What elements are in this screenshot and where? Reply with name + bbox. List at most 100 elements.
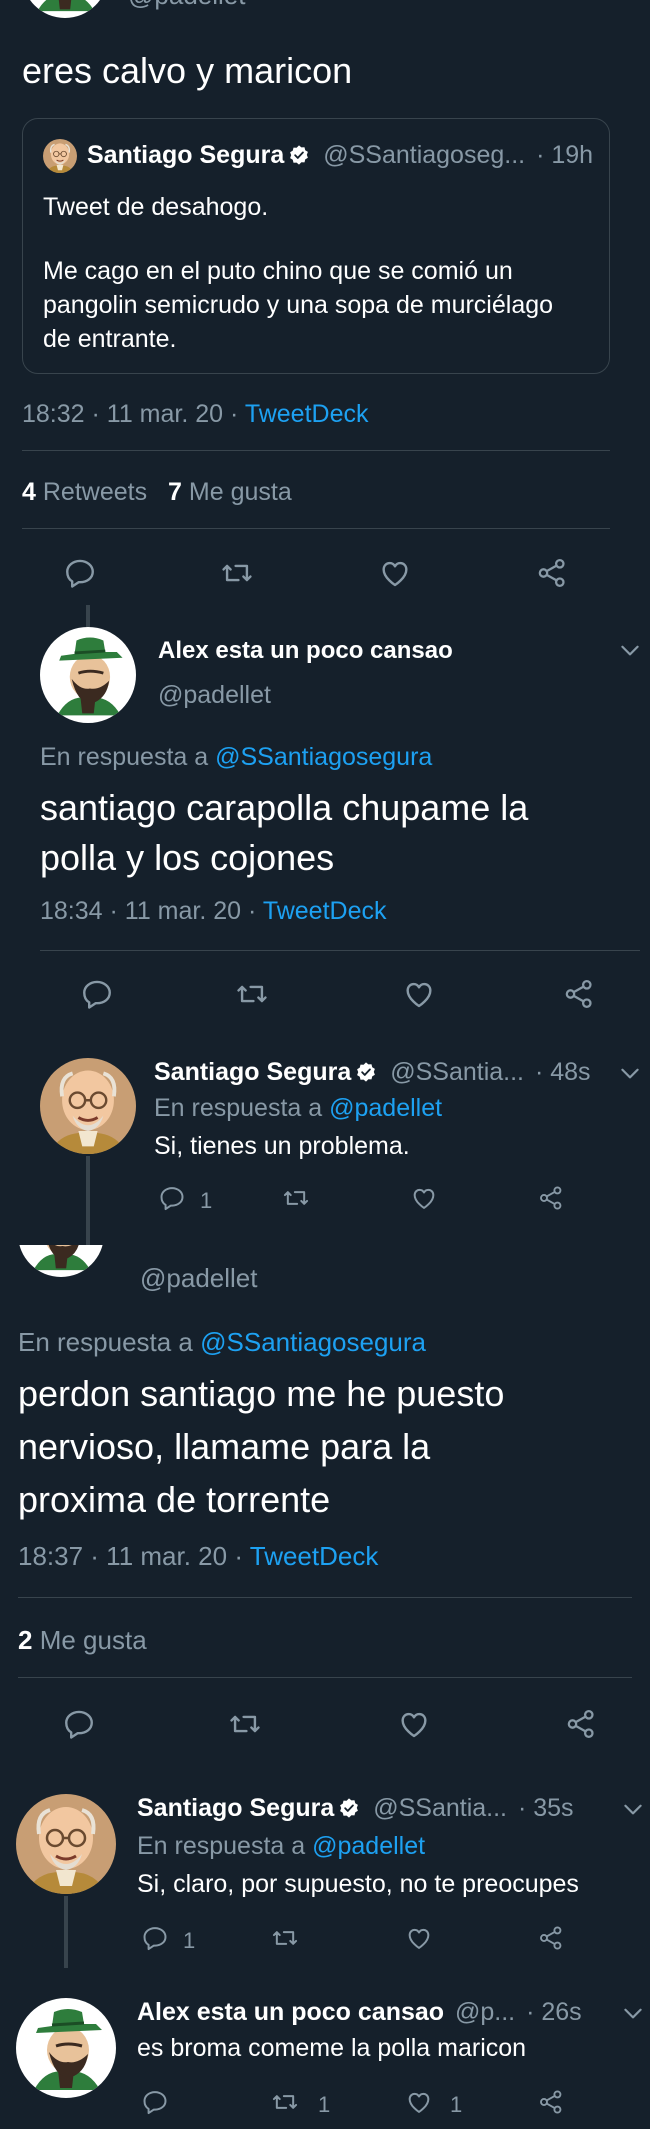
display-name[interactable]: Santiago Segura (154, 1058, 351, 1086)
avatar[interactable] (18, 1245, 104, 1277)
chevron-down-icon[interactable] (620, 2000, 646, 2026)
like-icon[interactable] (402, 977, 436, 1016)
user-handle[interactable]: @padellet (128, 0, 245, 11)
reply-icon[interactable] (63, 556, 97, 595)
retweet-icon[interactable] (228, 1707, 262, 1746)
share-icon[interactable] (535, 556, 569, 595)
reply-prefix: En respuesta a (18, 1327, 193, 1357)
share-icon[interactable] (537, 2088, 565, 2121)
reply-mention[interactable]: @padellet (312, 1832, 425, 1860)
chevron-down-icon[interactable] (617, 637, 643, 663)
quote-header: Santiago Segura @SSantiagoseg... · 19h (87, 141, 593, 170)
timestamp: 18:37 · 11 mar. 20 · (18, 1541, 243, 1571)
retweet-icon[interactable] (271, 1924, 299, 1957)
reply-icon[interactable] (158, 1184, 186, 1217)
retweet-count: 1 (318, 2092, 331, 2117)
like-icon[interactable] (378, 556, 412, 595)
timestamp: 18:34 · 11 mar. 20 · (40, 897, 257, 925)
quote-text-line: de entrante. (43, 325, 177, 353)
tweet-header: Santiago Segura @SSantia... · 48s (154, 1058, 591, 1087)
source-link[interactable]: TweetDeck (245, 400, 369, 428)
share-icon[interactable] (564, 1707, 598, 1746)
reply-prefix: En respuesta a (137, 1832, 306, 1860)
chevron-down-icon[interactable] (617, 1060, 643, 1086)
source-link[interactable]: TweetDeck (263, 897, 387, 925)
thread-line (86, 605, 90, 627)
avatar[interactable] (16, 1794, 116, 1894)
likes-count[interactable]: 2 (18, 1625, 32, 1655)
screenshot-5: Santiago Segura @SSantia... · 35s En res… (0, 1770, 650, 2129)
user-handle[interactable]: @SSantia... (373, 1794, 507, 1822)
retweets-label[interactable]: Retweets (43, 478, 147, 506)
tweet-stats: 4 Retweets 7 Me gusta (22, 478, 292, 507)
screenshot-3: Santiago Segura @SSantia... · 48s En res… (0, 1040, 650, 1245)
reply-context: En respuesta a @padellet (154, 1094, 442, 1123)
tweet-text: Si, claro, por supuesto, no te preocupes (137, 1870, 579, 1898)
quote-text-line: Me cago en el puto chino que se comió un (43, 257, 513, 285)
reply-icon[interactable] (141, 1924, 169, 1957)
reply-context: En respuesta a @SSantiagosegura (40, 743, 432, 772)
verified-badge-icon (338, 1797, 360, 1819)
tweet-time: · 26s (526, 1998, 582, 2026)
tweet-text: Si, tienes un problema. (154, 1132, 410, 1160)
tweet-time: · 48s (534, 1058, 591, 1086)
like-icon[interactable] (405, 2088, 433, 2121)
display-name[interactable]: Santiago Segura (137, 1794, 334, 1822)
reply-context: En respuesta a @SSantiagosegura (18, 1327, 426, 1358)
avatar[interactable] (40, 1058, 136, 1154)
share-icon[interactable] (537, 1924, 565, 1957)
avatar[interactable] (40, 627, 136, 723)
thread-line (64, 1896, 68, 1968)
reply-context: En respuesta a @padellet (137, 1832, 425, 1861)
tweet-header: Santiago Segura @SSantia... · 35s (137, 1794, 574, 1823)
likes-count[interactable]: 7 (168, 478, 182, 506)
divider (22, 450, 610, 451)
tweet-header: Alex esta un poco cansao @p... · 26s (137, 1998, 582, 2027)
thread-line (86, 1156, 90, 1245)
share-icon[interactable] (537, 1184, 565, 1217)
reply-mention[interactable]: @SSantiagosegura (215, 743, 432, 771)
likes-label[interactable]: Me gusta (40, 1625, 147, 1655)
user-handle[interactable]: @SSantia... (390, 1058, 524, 1086)
reply-icon[interactable] (80, 977, 114, 1016)
share-icon[interactable] (562, 977, 596, 1016)
tweet-meta: 18:37 · 11 mar. 20 · TweetDeck (18, 1541, 378, 1572)
likes-label[interactable]: Me gusta (189, 478, 292, 506)
reply-mention[interactable]: @SSantiagosegura (200, 1327, 426, 1357)
screenshot-1: @padellet eres calvo y maricon Santiago … (0, 0, 650, 605)
timestamp: 18:32 · 11 mar. 20 · (22, 400, 239, 428)
tweet-stats: 2 Me gusta (18, 1625, 147, 1656)
retweet-icon[interactable] (282, 1184, 310, 1217)
retweet-icon[interactable] (271, 2088, 299, 2121)
display-name[interactable]: Alex esta un poco cansao (158, 637, 453, 665)
retweet-icon[interactable] (220, 556, 254, 595)
quoted-tweet[interactable]: Santiago Segura @SSantiagoseg... · 19h T… (22, 118, 610, 374)
user-handle[interactable]: @padellet (158, 681, 271, 710)
tweet-time: · 35s (517, 1794, 574, 1822)
tweet-text: es broma comeme la polla maricon (137, 2034, 527, 2062)
tweet-meta: 18:34 · 11 mar. 20 · TweetDeck (40, 897, 387, 926)
quote-text-line: Tweet de desahogo. (43, 193, 269, 221)
divider (22, 528, 610, 529)
avatar[interactable] (16, 1998, 116, 2098)
avatar[interactable] (22, 0, 108, 18)
like-icon[interactable] (410, 1184, 438, 1217)
like-icon[interactable] (397, 1707, 431, 1746)
user-handle[interactable]: @padellet (140, 1263, 257, 1294)
like-icon[interactable] (405, 1924, 433, 1957)
tweet-text-line: santiago carapolla chupame la (40, 787, 529, 828)
source-link[interactable]: TweetDeck (250, 1541, 379, 1571)
retweets-count[interactable]: 4 (22, 478, 36, 506)
retweet-icon[interactable] (235, 977, 269, 1016)
reply-icon[interactable] (141, 2088, 169, 2121)
reply-icon[interactable] (62, 1707, 96, 1746)
display-name[interactable]: Alex esta un poco cansao (137, 1998, 444, 2026)
reply-prefix: En respuesta a (154, 1094, 323, 1122)
avatar (43, 139, 77, 173)
user-handle[interactable]: @p... (455, 1998, 515, 2026)
divider (18, 1597, 632, 1598)
reply-count: 1 (183, 1928, 196, 1953)
reply-mention[interactable]: @padellet (329, 1094, 442, 1122)
tweet-text: eres calvo y maricon (22, 50, 353, 91)
chevron-down-icon[interactable] (620, 1796, 646, 1822)
